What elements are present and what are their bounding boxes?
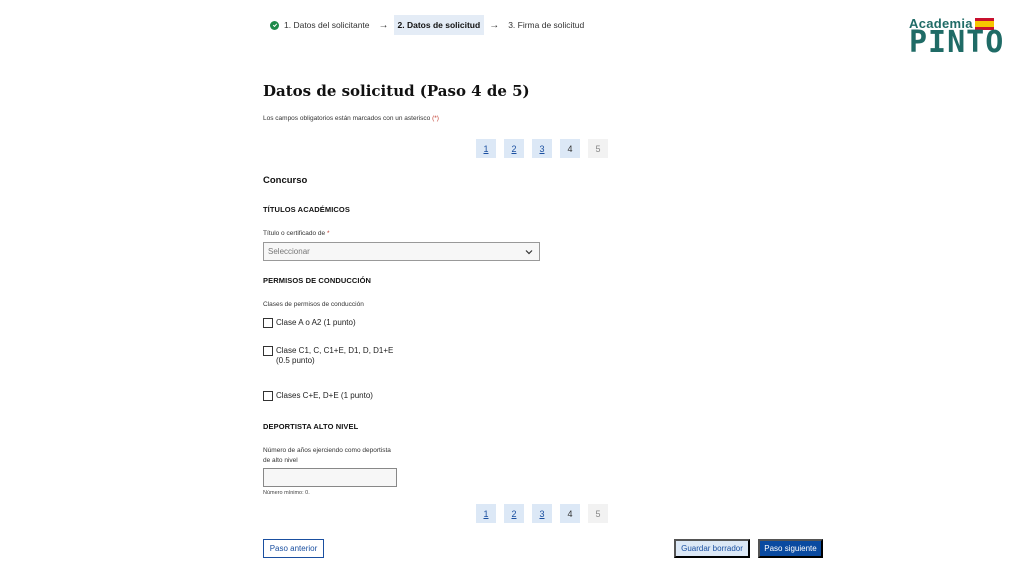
arrow-right-icon: → (489, 19, 500, 31)
page-link-2[interactable]: 2 (504, 504, 524, 523)
page-link-2[interactable]: 2 (504, 139, 524, 158)
step-2-label: 2. Datos de solicitud (397, 20, 481, 30)
page-link-5: 5 (588, 139, 608, 158)
page-link-4[interactable]: 4 (560, 504, 580, 523)
page-link-1[interactable]: 1 (476, 139, 496, 158)
step-3-label: 3. Firma de solicitud (508, 20, 585, 30)
academic-title-select[interactable]: Seleccionar (263, 242, 540, 261)
athlete-field-label: Número de años ejerciendo como deportist… (263, 447, 391, 464)
checkbox-class-c-d[interactable]: Clase C1, C, C1+E, D1, D, D1+E (0.5 punt… (263, 346, 393, 366)
page-link-3[interactable]: 3 (532, 139, 552, 158)
chevron-down-icon (525, 250, 533, 255)
checkbox-class-a[interactable]: Clase A o A2 (1 punto) (263, 318, 356, 328)
step-2[interactable]: 2. Datos de solicitud (393, 15, 485, 35)
step-3[interactable]: 3. Firma de solicitud (504, 15, 588, 35)
pagination-top: 1 2 3 4 5 (476, 139, 608, 158)
driving-field-label: Clases de permisos de conducción (263, 301, 364, 308)
checkbox-label: Clase C1, C, C1+E, D1, D, D1+E (0.5 punt… (276, 346, 394, 365)
checkbox-class-ce-de[interactable]: Clases C+E, D+E (1 punto) (263, 391, 373, 401)
athlete-hint: Número mínimo: 0. (263, 490, 310, 496)
section-title: Concurso (263, 175, 308, 186)
page-link-3[interactable]: 3 (532, 504, 552, 523)
select-value: Seleccionar (268, 247, 310, 256)
athlete-heading: DEPORTISTA ALTO NIVEL (263, 422, 359, 431)
checkbox-label: Clases C+E, D+E (1 punto) (276, 391, 373, 400)
step-1-label: 1. Datos del solicitante (284, 20, 370, 30)
page-link-1[interactable]: 1 (476, 504, 496, 523)
academic-heading: TÍTULOS ACADÉMICOS (263, 205, 350, 214)
step-1[interactable]: 1. Datos del solicitante (266, 15, 374, 35)
arrow-right-icon: → (378, 19, 389, 31)
page-link-5: 5 (588, 504, 608, 523)
save-draft-button[interactable]: Guardar borrador (674, 539, 750, 558)
checkbox-box[interactable] (263, 391, 273, 401)
academia-pinto-logo: Academia PINTO (909, 16, 1013, 60)
checkbox-box[interactable] (263, 346, 273, 356)
academic-field-label: Título o certificado de * (263, 230, 330, 237)
check-icon (270, 20, 279, 30)
logo-text-main: PINTO (909, 25, 1005, 60)
checkbox-label: Clase A o A2 (1 punto) (276, 318, 356, 327)
page-title: Datos de solicitud (Paso 4 de 5) (263, 82, 530, 100)
next-step-button[interactable]: Paso siguiente (758, 539, 823, 558)
progress-stepper: 1. Datos del solicitante → 2. Datos de s… (266, 15, 588, 35)
pagination-bottom: 1 2 3 4 5 (476, 504, 608, 523)
required-mark: (*) (432, 115, 439, 122)
previous-step-button[interactable]: Paso anterior (263, 539, 324, 558)
athlete-years-input[interactable] (263, 468, 397, 487)
required-note: Los campos obligatorios están marcados c… (263, 115, 439, 122)
page-link-4[interactable]: 4 (560, 139, 580, 158)
driving-heading: PERMISOS DE CONDUCCIÓN (263, 276, 372, 285)
checkbox-box[interactable] (263, 318, 273, 328)
